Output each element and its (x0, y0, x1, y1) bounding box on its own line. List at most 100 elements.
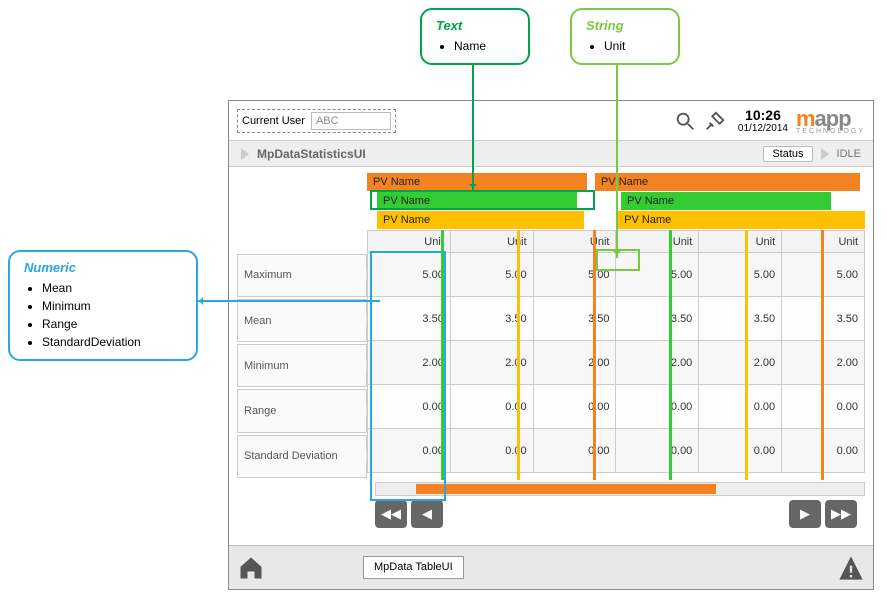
data-cell: 3.50 (616, 297, 699, 341)
pv-name-bar: PV Name (595, 173, 860, 191)
data-cell: 2.00 (533, 341, 616, 385)
current-user-box: Current User (237, 109, 396, 133)
data-cell: 2.00 (368, 341, 451, 385)
table-row: 2.002.002.002.002.002.00 (368, 341, 865, 385)
data-cell: 5.00 (699, 253, 782, 297)
pv-name-bar: PV Name (618, 211, 865, 229)
data-cell: 5.00 (368, 253, 451, 297)
logo: mapp TECHNOLOGY (796, 106, 865, 135)
data-cell: 2.00 (450, 341, 533, 385)
data-cell: 0.00 (533, 385, 616, 429)
table-row: 0.000.000.000.000.000.00 (368, 429, 865, 473)
data-cell: 0.00 (699, 429, 782, 473)
callout-text: Text Name (420, 8, 530, 65)
data-cell: 3.50 (368, 297, 451, 341)
callout-numeric-item: Range (42, 315, 182, 333)
clock: 10:26 01/12/2014 (738, 107, 788, 134)
data-cell: 3.50 (533, 297, 616, 341)
table-row: 0.000.000.000.000.000.00 (368, 385, 865, 429)
page-first-button[interactable]: ◀◀ (375, 500, 407, 528)
data-cell: 2.00 (616, 341, 699, 385)
scrollbar-thumb[interactable] (416, 484, 716, 494)
unit-header: Unit (368, 231, 451, 253)
data-cell: 0.00 (616, 429, 699, 473)
status-label: Status (763, 146, 812, 162)
horizontal-scrollbar[interactable] (375, 482, 865, 496)
table-row: 5.005.005.005.005.005.00 (368, 253, 865, 297)
row-labels: Maximum Mean Minimum Range Standard Devi… (237, 230, 367, 480)
page-next-button[interactable]: ▶ (789, 500, 821, 528)
data-cell: 0.00 (450, 429, 533, 473)
data-cell: 5.00 (450, 253, 533, 297)
arrow-numeric (196, 300, 380, 302)
page-prev-button[interactable]: ◀ (411, 500, 443, 528)
data-cell: 5.00 (533, 253, 616, 297)
data-grid: UnitUnitUnitUnitUnitUnit 5.005.005.005.0… (367, 230, 865, 480)
row-label-range: Range (237, 389, 367, 432)
unit-header: Unit (699, 231, 782, 253)
callout-string-item: Unit (604, 37, 664, 55)
data-cell: 2.00 (782, 341, 865, 385)
stats-area: Maximum Mean Minimum Range Standard Devi… (237, 230, 865, 480)
data-cell: 0.00 (616, 385, 699, 429)
content: PV Name PV Name PV Name PV Name PV Name … (229, 167, 873, 545)
stats-table: UnitUnitUnitUnitUnitUnit 5.005.005.005.0… (367, 230, 865, 473)
row-label-minimum: Minimum (237, 344, 367, 387)
subheader: MpDataStatisticsUI Status IDLE (229, 141, 873, 167)
clock-date: 01/12/2014 (738, 123, 788, 134)
unit-header: Unit (782, 231, 865, 253)
callout-numeric: Numeric Mean Minimum Range StandardDevia… (8, 250, 198, 361)
callout-numeric-item: Mean (42, 279, 182, 297)
tools-icon[interactable] (704, 110, 726, 132)
data-cell: 2.00 (699, 341, 782, 385)
unit-header: Unit (533, 231, 616, 253)
pv-name-bar: PV Name (621, 192, 831, 210)
callout-text-item: Name (454, 37, 514, 55)
alert-icon[interactable] (837, 554, 865, 582)
data-cell: 3.50 (782, 297, 865, 341)
status-value: IDLE (837, 148, 861, 160)
clock-time: 10:26 (738, 107, 788, 123)
current-user-label: Current User (242, 115, 305, 127)
data-cell: 5.00 (616, 253, 699, 297)
data-cell: 0.00 (533, 429, 616, 473)
app-window: Current User 10:26 01/12/2014 mapp TECHN… (228, 100, 874, 590)
data-cell: 0.00 (368, 385, 451, 429)
data-cell: 3.50 (699, 297, 782, 341)
callout-numeric-title: Numeric (24, 260, 182, 275)
current-user-input[interactable] (311, 112, 391, 130)
callout-string: String Unit (570, 8, 680, 65)
unit-header: Unit (616, 231, 699, 253)
data-cell: 0.00 (699, 385, 782, 429)
breadcrumb-arrow-icon (241, 148, 249, 160)
data-cell: 0.00 (782, 429, 865, 473)
pv-name-bar: PV Name (377, 192, 577, 210)
data-cell: 0.00 (368, 429, 451, 473)
pager: ◀◀ ◀ ▶ ▶▶ (237, 500, 865, 528)
status-arrow-icon (821, 148, 829, 160)
page-last-button[interactable]: ▶▶ (825, 500, 857, 528)
footer: MpData TableUI (229, 545, 873, 589)
arrow-string (616, 63, 618, 258)
data-cell: 0.00 (782, 385, 865, 429)
pv-name-bar: PV Name (367, 173, 587, 191)
search-icon[interactable] (674, 110, 696, 132)
row-label-mean: Mean (237, 299, 367, 342)
arrow-text (472, 63, 474, 191)
home-icon[interactable] (237, 554, 265, 582)
page-title: MpDataStatisticsUI (257, 147, 366, 161)
callout-text-title: Text (436, 18, 514, 33)
row-label-stddev: Standard Deviation (237, 435, 367, 478)
footer-tab-mpdata[interactable]: MpData TableUI (363, 556, 464, 578)
data-cell: 5.00 (782, 253, 865, 297)
callout-numeric-item: Minimum (42, 297, 182, 315)
topbar: Current User 10:26 01/12/2014 mapp TECHN… (229, 101, 873, 141)
table-row: 3.503.503.503.503.503.50 (368, 297, 865, 341)
callout-string-title: String (586, 18, 664, 33)
pv-name-bar: PV Name (377, 211, 584, 229)
row-label-maximum: Maximum (237, 254, 367, 297)
callout-numeric-item: StandardDeviation (42, 333, 182, 351)
unit-header: Unit (450, 231, 533, 253)
data-cell: 3.50 (450, 297, 533, 341)
data-cell: 0.00 (450, 385, 533, 429)
